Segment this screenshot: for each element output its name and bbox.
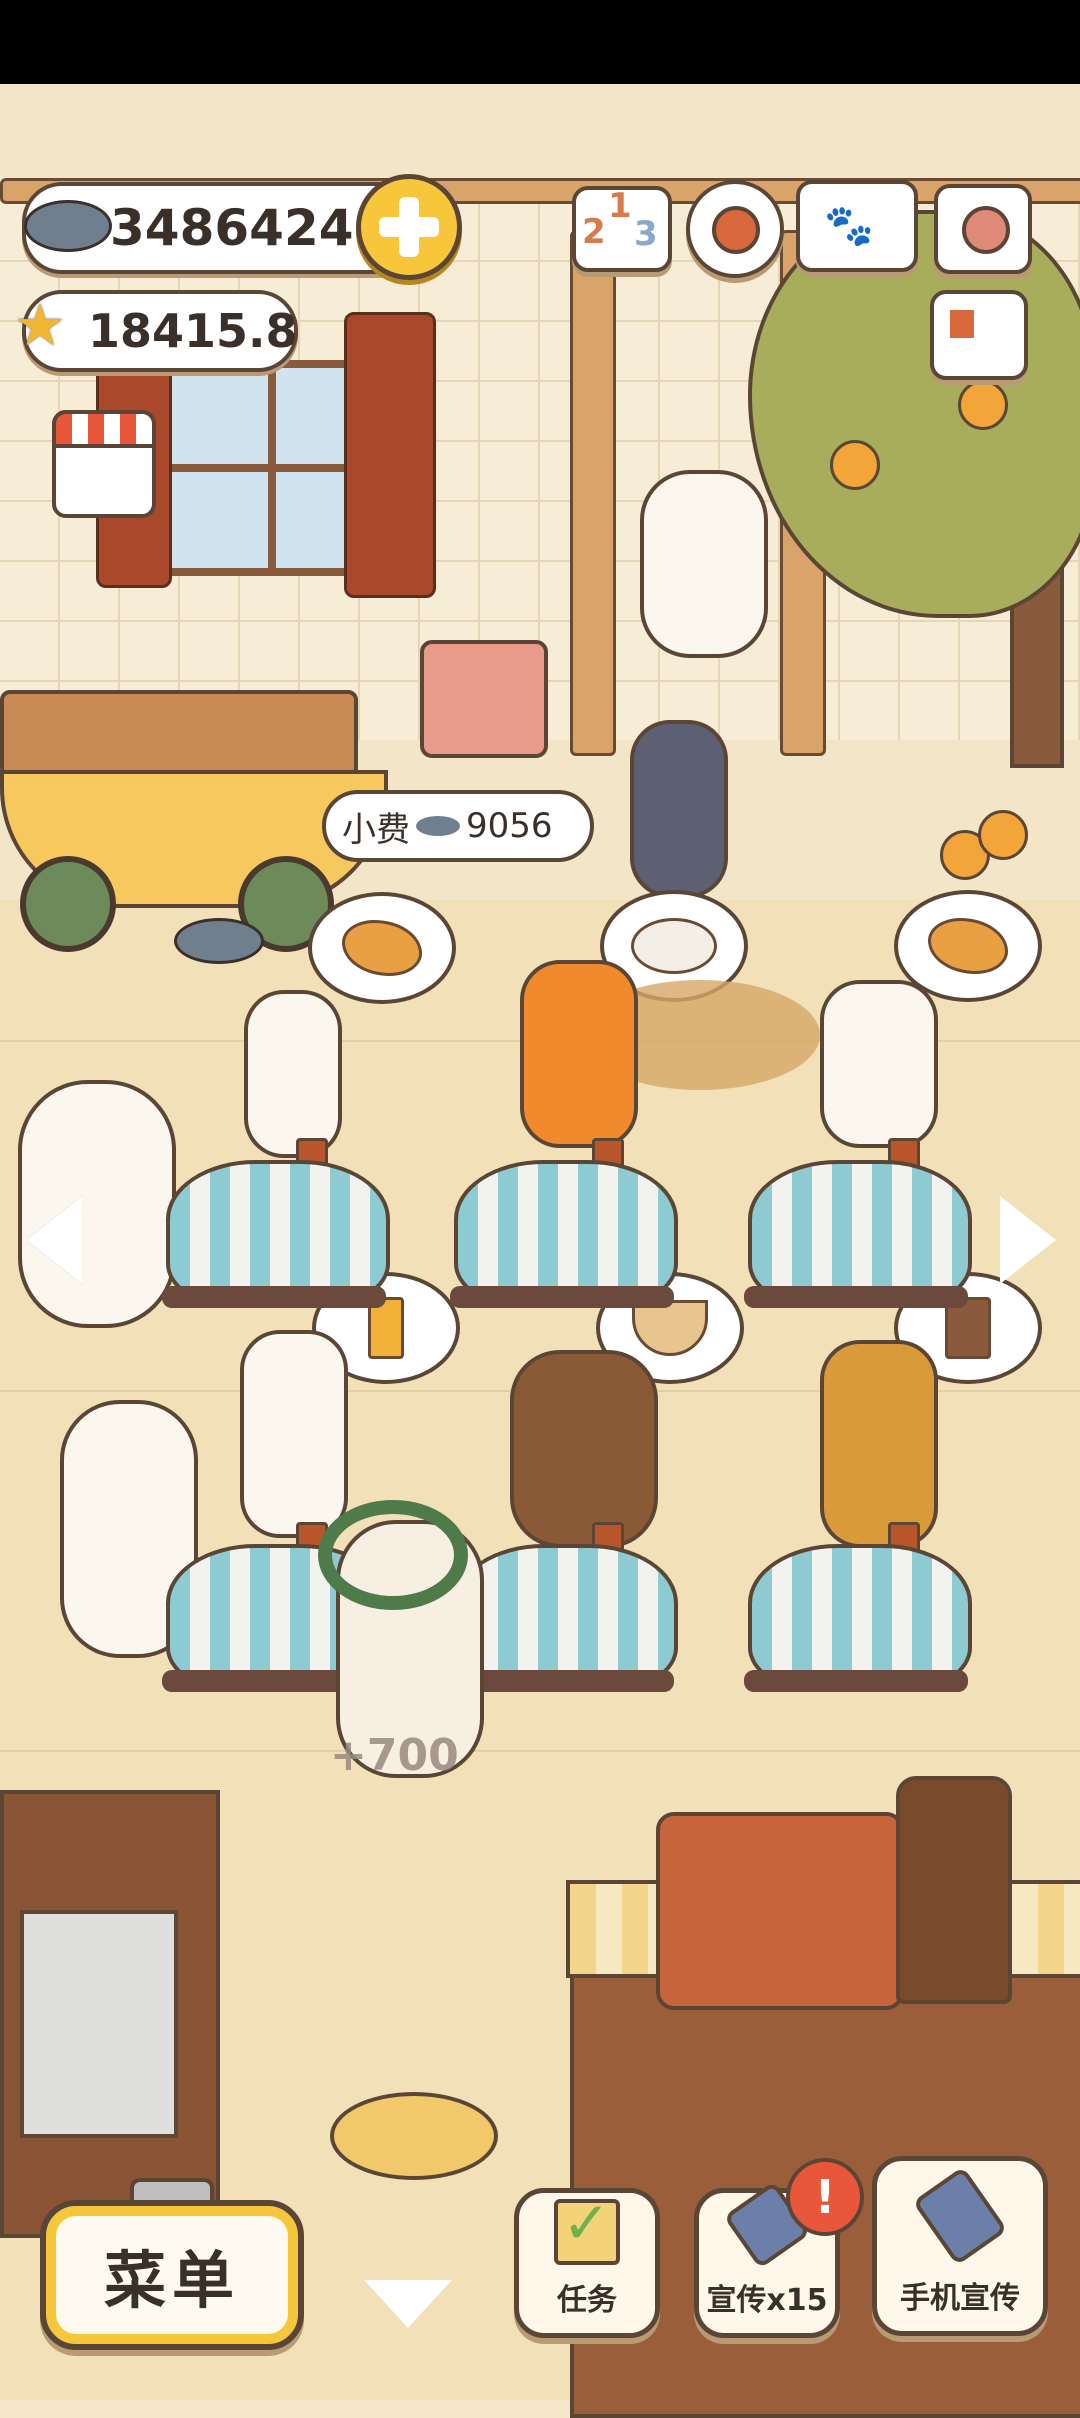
ranking-button[interactable]: 2 1 3 [572, 186, 672, 272]
tip-value: 9056 [466, 806, 553, 846]
orange-fruit [958, 380, 1008, 430]
order-bubble-taiyaki[interactable] [308, 892, 456, 1004]
phone-promote-button-label: 手机宣传 [900, 2281, 1020, 2316]
table-ribbon [744, 1670, 968, 1692]
newspaper-icon [950, 310, 974, 338]
task-button[interactable]: 任务 [514, 2188, 660, 2338]
badger-customer[interactable] [820, 980, 938, 1148]
soup-icon [632, 1300, 708, 1356]
settings-button[interactable] [686, 180, 784, 278]
corgi-customer[interactable] [240, 1330, 348, 1538]
paw-rug [330, 2092, 498, 2180]
espresso-machine[interactable] [656, 1812, 904, 2010]
newspaper-button[interactable] [930, 290, 1028, 380]
floating-reward-text: +700 [330, 1730, 459, 1781]
floor-line [0, 1750, 1080, 1752]
gear-icon [712, 206, 760, 254]
table-ribbon [162, 1286, 386, 1308]
dropped-fish-icon[interactable] [174, 918, 264, 964]
task-button-label: 任务 [557, 2283, 617, 2318]
hyena-customer[interactable] [820, 1340, 938, 1548]
tip-label: 小费 [342, 809, 410, 850]
fox-customer[interactable] [520, 960, 638, 1148]
shop-icon [52, 410, 156, 448]
table-ribbon [450, 1286, 674, 1308]
tip-bubble[interactable]: 小费 9056 [322, 790, 594, 862]
rank-first-digit: 1 [608, 186, 632, 226]
phone-promo-icon [912, 2166, 1008, 2266]
status-bar [0, 0, 1080, 84]
paw-book-icon: 🐾 [824, 203, 874, 249]
task-checklist-icon [554, 2189, 620, 2265]
cart-wheel [20, 856, 116, 952]
rabbit-customer[interactable] [244, 990, 342, 1158]
star-currency-value: 18415.8 [88, 304, 298, 358]
cabinet-glass [20, 1910, 178, 2138]
collection-book-button[interactable]: 🐾 [796, 180, 918, 272]
fish-icon [24, 200, 112, 252]
camera-button[interactable] [934, 184, 1032, 274]
menu-button[interactable]: 菜单 [40, 2200, 304, 2350]
table-ribbon [744, 1286, 968, 1308]
menu-button-label: 菜单 [103, 2244, 240, 2317]
curtain-right [344, 312, 436, 598]
scroll-left-arrow-icon[interactable] [26, 1196, 82, 1284]
collapse-down-arrow-icon[interactable] [364, 2280, 452, 2328]
orange-fruit [830, 440, 880, 490]
panda-staff[interactable] [640, 470, 768, 658]
bear-customer[interactable] [510, 1350, 658, 1548]
dumplings-icon [631, 918, 717, 974]
camera-icon [962, 206, 1010, 254]
orange-fruit [978, 810, 1028, 860]
star-icon: ★ [14, 291, 66, 359]
fish-currency-value: 3486424 [110, 199, 354, 257]
coffee-grinder[interactable] [896, 1776, 1012, 2004]
cash-register[interactable] [420, 640, 548, 758]
fish-icon [416, 816, 460, 836]
phone-promote-button[interactable]: 手机宣传 [872, 2156, 1048, 2336]
taiyaki-icon [928, 918, 1008, 974]
wreath-decoration [318, 1500, 468, 1610]
cat-customer-cashier[interactable] [630, 720, 728, 898]
taiyaki-icon [342, 920, 422, 976]
wall-pillar [570, 230, 616, 756]
dessert-cart-counter [0, 690, 358, 778]
rank-second-digit: 2 [582, 212, 606, 252]
add-fish-button[interactable] [356, 174, 462, 280]
promote-button-label: 宣传x15 [706, 2283, 828, 2318]
rank-third-digit: 3 [634, 214, 658, 254]
scroll-right-arrow-icon[interactable] [1000, 1196, 1056, 1284]
shop-button[interactable] [52, 410, 156, 518]
alert-badge: ! [786, 2158, 864, 2236]
